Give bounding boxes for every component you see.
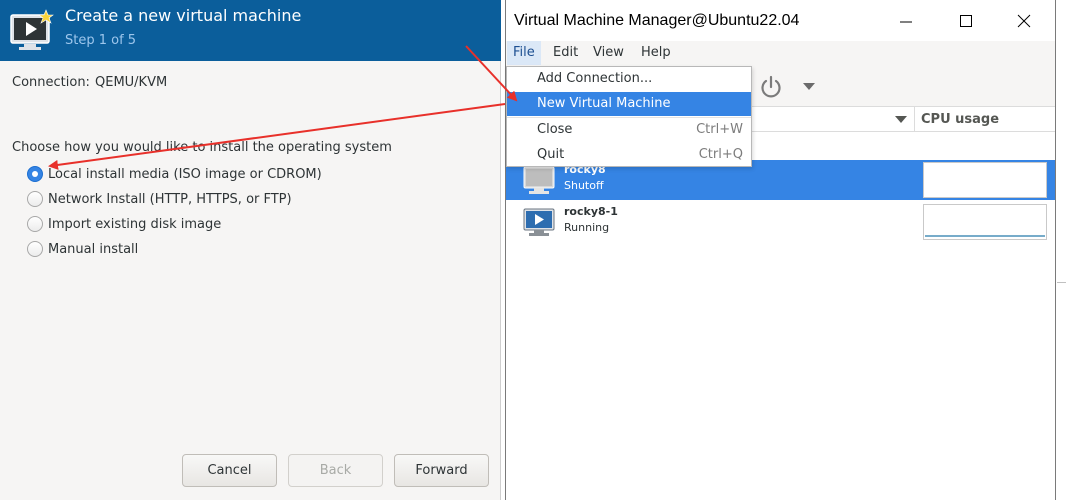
cpu-usage-graph xyxy=(923,162,1047,198)
background-divider xyxy=(1057,282,1066,283)
column-separator xyxy=(914,107,915,132)
column-sort-arrow-icon[interactable] xyxy=(895,116,907,123)
install-method-prompt: Choose how you would like to install the… xyxy=(12,140,392,155)
back-button[interactable]: Back xyxy=(288,454,383,487)
menu-help[interactable]: Help xyxy=(635,41,677,65)
menu-bar: File Edit View Help xyxy=(506,41,1055,65)
maximize-icon[interactable] xyxy=(946,6,986,36)
new-vm-wizard: Create a new virtual machine Step 1 of 5… xyxy=(0,0,501,500)
chevron-down-icon[interactable] xyxy=(802,80,816,92)
background-strip xyxy=(1057,0,1066,500)
close-icon[interactable] xyxy=(1004,6,1044,36)
vm-list: rocky8 Shutoff rocky8-1 Running xyxy=(506,132,1055,500)
menu-item-add-connection[interactable]: Add Connection... xyxy=(507,67,751,91)
vm-shutoff-icon xyxy=(523,166,555,194)
wizard-header: Create a new virtual machine Step 1 of 5 xyxy=(0,0,501,61)
install-option-label: Local install media (ISO image or CDROM) xyxy=(48,166,322,182)
minimize-icon[interactable] xyxy=(886,6,926,36)
vm-name: rocky8-1 xyxy=(564,205,618,218)
forward-button[interactable]: Forward xyxy=(394,454,489,487)
cancel-button[interactable]: Cancel xyxy=(182,454,277,487)
install-option-label: Import existing disk image xyxy=(48,216,222,232)
menu-item-label: Quit xyxy=(537,147,565,162)
vm-status: Shutoff xyxy=(564,179,604,192)
cpu-usage-sparkline xyxy=(925,235,1045,237)
menu-item-label: New Virtual Machine xyxy=(537,96,671,111)
file-menu-dropdown: Add Connection... New Virtual Machine Cl… xyxy=(506,66,752,167)
window-titlebar: Virtual Machine Manager@Ubuntu22.04 xyxy=(506,0,1055,41)
power-icon[interactable] xyxy=(758,74,784,100)
column-cpu-usage[interactable]: CPU usage xyxy=(921,112,999,127)
menu-item-close[interactable]: Close Ctrl+W xyxy=(507,118,751,142)
install-option-local-media[interactable]: Local install media (ISO image or CDROM) xyxy=(27,164,322,184)
wizard-step-indicator: Step 1 of 5 xyxy=(65,33,137,48)
window-title: Virtual Machine Manager@Ubuntu22.04 xyxy=(514,12,800,29)
cpu-usage-graph xyxy=(923,204,1047,240)
radio-import-disk[interactable] xyxy=(27,216,43,232)
menu-item-new-virtual-machine[interactable]: New Virtual Machine xyxy=(507,92,751,116)
vm-running-icon xyxy=(523,208,555,236)
radio-local-media[interactable] xyxy=(27,166,43,182)
install-option-manual[interactable]: Manual install xyxy=(27,239,138,259)
install-option-label: Manual install xyxy=(48,241,139,257)
install-option-import-disk[interactable]: Import existing disk image xyxy=(27,214,221,234)
menu-item-label: Close xyxy=(537,122,573,137)
connection-label: Connection: xyxy=(12,75,90,90)
radio-manual-install[interactable] xyxy=(27,241,43,257)
menu-item-shortcut: Ctrl+Q xyxy=(698,147,743,162)
install-option-label: Network Install (HTTP, HTTPS, or FTP) xyxy=(48,191,292,207)
menu-file[interactable]: File xyxy=(507,41,541,65)
menu-item-shortcut: Ctrl+W xyxy=(696,122,743,137)
radio-network-install[interactable] xyxy=(27,191,43,207)
menu-edit[interactable]: Edit xyxy=(547,41,584,65)
vm-monitor-icon xyxy=(10,9,54,50)
menu-item-quit[interactable]: Quit Ctrl+Q xyxy=(507,143,751,167)
menu-item-label: Add Connection... xyxy=(537,71,653,86)
vm-row-rocky8-1[interactable]: rocky8-1 Running xyxy=(506,202,1055,242)
install-option-network[interactable]: Network Install (HTTP, HTTPS, or FTP) xyxy=(27,189,292,209)
vm-status: Running xyxy=(564,221,610,234)
connection-value: QEMU/KVM xyxy=(95,75,168,90)
wizard-title: Create a new virtual machine xyxy=(65,6,302,25)
menu-view[interactable]: View xyxy=(587,41,630,65)
